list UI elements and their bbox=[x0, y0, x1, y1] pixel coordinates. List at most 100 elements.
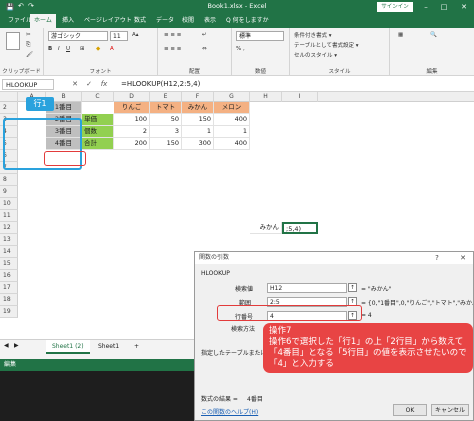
bold-icon[interactable]: B bbox=[48, 46, 52, 52]
wrap-text-icon[interactable]: ↵ bbox=[202, 32, 207, 38]
column-header[interactable]: D bbox=[114, 92, 150, 102]
row-header[interactable]: 8 bbox=[0, 174, 18, 186]
header-cell[interactable]: トマト bbox=[150, 102, 182, 114]
tab-home[interactable]: ホーム bbox=[30, 14, 56, 28]
minimize-icon[interactable]: – bbox=[420, 0, 432, 14]
font-color-icon[interactable]: A bbox=[110, 46, 114, 52]
align-left-icon[interactable]: ≡ ≡ ≡ bbox=[164, 46, 181, 52]
formula-bar: HLOOKUP ✕ ✓ fx =HLOOKUP(H12,2:5,4) bbox=[0, 77, 474, 92]
row-header[interactable]: 10 bbox=[0, 198, 18, 210]
row-header[interactable]: 16 bbox=[0, 270, 18, 282]
name-box[interactable]: HLOOKUP bbox=[2, 79, 54, 90]
close-icon[interactable]: ✕ bbox=[458, 0, 470, 14]
signin-button[interactable]: サインイン bbox=[377, 2, 413, 12]
tab-insert[interactable]: 挿入 bbox=[58, 14, 78, 28]
cells-icon[interactable]: ▦ bbox=[398, 32, 403, 38]
active-cell[interactable]: ;5,4) bbox=[282, 222, 318, 234]
copy-icon[interactable]: ⎘ bbox=[26, 42, 30, 49]
help-icon[interactable]: ? bbox=[431, 252, 443, 264]
cancel-button[interactable]: キャンセル bbox=[431, 404, 469, 416]
fill-color-icon[interactable]: ◆ bbox=[96, 46, 100, 52]
lookup-cell[interactable]: みかん bbox=[250, 222, 282, 234]
header-cell[interactable]: メロン bbox=[214, 102, 250, 114]
ribbon-tabs: ファイル ホーム 挿入 ページレイアウト 数式 データ 校閲 表示 Q 何をしま… bbox=[0, 14, 474, 28]
value-cell[interactable]: 2 bbox=[114, 126, 150, 138]
row-header[interactable]: 15 bbox=[0, 258, 18, 270]
column-header[interactable]: F bbox=[182, 92, 214, 102]
category-cell[interactable]: 単価 bbox=[82, 114, 114, 126]
scroll-left-icon[interactable]: ◀ bbox=[4, 342, 9, 349]
row-header[interactable]: 18 bbox=[0, 294, 18, 306]
sheet-tab-active[interactable]: Sheet1 (2) bbox=[46, 340, 90, 354]
tell-me-search[interactable]: Q 何をしますか bbox=[222, 14, 273, 28]
maximize-icon[interactable]: □ bbox=[438, 0, 450, 14]
collapse-dialog-icon[interactable]: ↑ bbox=[348, 283, 357, 292]
row-header[interactable]: 13 bbox=[0, 234, 18, 246]
value-cell[interactable]: 150 bbox=[150, 138, 182, 150]
underline-icon[interactable]: U bbox=[66, 46, 70, 52]
row-header[interactable]: 2 bbox=[0, 102, 18, 114]
value-cell[interactable]: 200 bbox=[114, 138, 150, 150]
header-cell[interactable]: りんご bbox=[114, 102, 150, 114]
font-size-select[interactable]: 11 bbox=[110, 31, 128, 41]
help-link[interactable]: この関数のヘルプ(H) bbox=[201, 407, 258, 416]
value-cell[interactable]: 1 bbox=[214, 126, 250, 138]
row-header[interactable]: 17 bbox=[0, 282, 18, 294]
sheet-tab[interactable]: Sheet1 bbox=[92, 340, 125, 354]
category-cell[interactable]: 個数 bbox=[82, 126, 114, 138]
row-header[interactable]: 11 bbox=[0, 210, 18, 222]
border-icon[interactable]: ⊞ bbox=[80, 46, 85, 52]
font-name-select[interactable]: 游ゴシック bbox=[48, 31, 108, 41]
row-header[interactable]: 9 bbox=[0, 186, 18, 198]
value-cell[interactable]: 400 bbox=[214, 114, 250, 126]
tab-page-layout[interactable]: ページレイアウト bbox=[80, 14, 136, 28]
font-grow-icon[interactable]: A▴ bbox=[132, 32, 139, 38]
conditional-format-button[interactable]: 条件付き書式 ▾ bbox=[294, 31, 332, 39]
cut-icon[interactable]: ✂ bbox=[26, 32, 31, 38]
format-painter-icon[interactable]: 🖌 bbox=[26, 52, 33, 58]
tab-review[interactable]: 校閲 bbox=[178, 14, 198, 28]
add-sheet-icon[interactable]: + bbox=[128, 340, 145, 354]
value-cell[interactable]: 50 bbox=[150, 114, 182, 126]
tab-data[interactable]: データ bbox=[152, 14, 178, 28]
column-header[interactable]: G bbox=[214, 92, 250, 102]
formula-input[interactable]: =HLOOKUP(H12,2:5,4) bbox=[118, 79, 472, 90]
value-cell[interactable]: 300 bbox=[182, 138, 214, 150]
value-cell[interactable]: 100 bbox=[114, 114, 150, 126]
enter-icon[interactable]: ✓ bbox=[84, 79, 94, 90]
column-header[interactable]: I bbox=[282, 92, 318, 102]
instruction-line: 「4」と入力する bbox=[269, 359, 334, 369]
value-cell[interactable]: 1 bbox=[182, 126, 214, 138]
search-icon[interactable]: 🔍 bbox=[430, 32, 437, 38]
column-header[interactable]: H bbox=[250, 92, 282, 102]
column-header[interactable]: C bbox=[82, 92, 114, 102]
currency-icon[interactable]: % , bbox=[236, 46, 245, 52]
format-as-table-button[interactable]: テーブルとして書式設定 ▾ bbox=[294, 41, 359, 49]
scroll-right-icon[interactable]: ▶ bbox=[14, 342, 19, 349]
cancel-icon[interactable]: ✕ bbox=[70, 79, 80, 90]
row-header[interactable]: 12 bbox=[0, 222, 18, 234]
number-format-select[interactable]: 標準 bbox=[236, 31, 284, 41]
tab-formulas[interactable]: 数式 bbox=[130, 14, 150, 28]
category-cell[interactable]: 合計 bbox=[82, 138, 114, 150]
select-all-corner[interactable] bbox=[0, 92, 18, 102]
value-cell[interactable]: 150 bbox=[182, 114, 214, 126]
header-cell[interactable]: みかん bbox=[182, 102, 214, 114]
lookup-value-input[interactable]: H12 bbox=[267, 283, 347, 293]
merge-icon[interactable]: ⇔ bbox=[202, 46, 207, 52]
value-cell[interactable]: 400 bbox=[214, 138, 250, 150]
column-header[interactable]: E bbox=[150, 92, 182, 102]
title-bar: 💾 ↶ ↷ Book1.xlsx - Excel サインイン – □ ✕ bbox=[0, 0, 474, 14]
value-cell[interactable]: 3 bbox=[150, 126, 182, 138]
tab-view[interactable]: 表示 bbox=[200, 14, 220, 28]
row-header[interactable]: 19 bbox=[0, 306, 18, 318]
row-header[interactable]: 14 bbox=[0, 246, 18, 258]
ok-button[interactable]: OK bbox=[393, 404, 427, 416]
cell-styles-button[interactable]: セルのスタイル ▾ bbox=[294, 51, 337, 59]
paste-icon[interactable] bbox=[6, 32, 20, 50]
dialog-close-icon[interactable]: ✕ bbox=[457, 252, 469, 264]
fx-icon[interactable]: fx bbox=[99, 79, 109, 90]
alignment-group-label: 配置 bbox=[188, 69, 200, 75]
italic-icon[interactable]: I bbox=[58, 46, 60, 52]
align-top-icon[interactable]: ≡ ≡ ≡ bbox=[164, 32, 181, 38]
